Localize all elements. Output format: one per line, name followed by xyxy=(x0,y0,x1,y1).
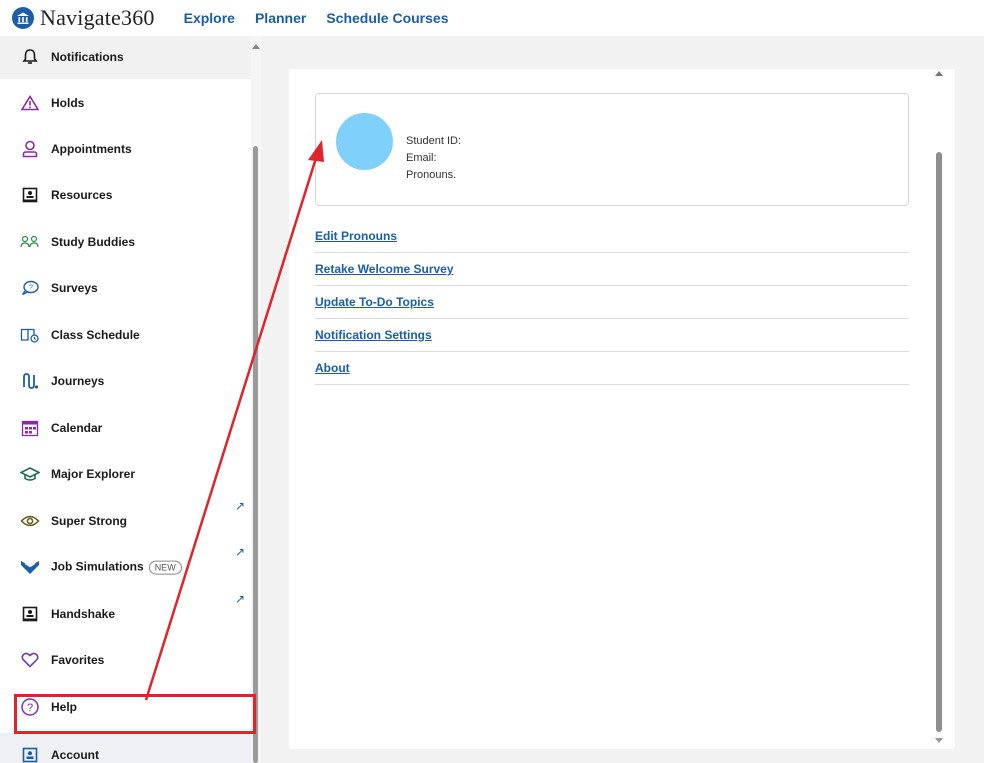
nav-planner[interactable]: Planner xyxy=(255,10,306,26)
path-icon xyxy=(20,371,40,391)
sidebar-item-label: Major Explorer xyxy=(51,467,136,481)
people-group-icon xyxy=(20,232,40,252)
update-todo-topics-link[interactable]: Update To-Do Topics xyxy=(315,295,434,309)
sidebar-item-surveys[interactable]: ? Surveys xyxy=(0,266,251,310)
logo-text: Navigate360 xyxy=(40,5,155,30)
account-card: Student ID: Email: Pronouns. Edit Pronou… xyxy=(289,69,955,749)
person-icon xyxy=(20,139,40,159)
sidebar-item-notifications[interactable]: Notifications xyxy=(0,36,251,79)
sidebar-item-label: Favorites xyxy=(51,653,105,667)
account-card-icon xyxy=(20,745,40,763)
app-page: Navigate360 Explore Planner Schedule Cou… xyxy=(0,0,984,763)
sidebar-item-account[interactable]: Account xyxy=(0,733,251,763)
sidebar-item-label: Notifications xyxy=(51,50,124,64)
sidebar: Notifications Holds Appointments Resourc… xyxy=(0,36,261,763)
sidebar-item-label: Journeys xyxy=(51,374,105,388)
sidebar-item-label: Handshake xyxy=(51,607,116,621)
list-item: About xyxy=(315,352,909,385)
profile-card: Student ID: Email: Pronouns. xyxy=(315,93,909,206)
sidebar-item-major-explorer[interactable]: Major Explorer xyxy=(0,452,251,496)
sidebar-item-appointments[interactable]: Appointments xyxy=(0,127,251,171)
new-badge: NEW xyxy=(148,560,182,575)
book-clock-icon xyxy=(20,325,40,345)
sidebar-item-label: Surveys xyxy=(51,281,98,295)
sidebar-item-label: Class Schedule xyxy=(51,328,140,342)
sidebar-item-label: Job Simulations NEW xyxy=(51,560,182,575)
sidebar-item-job-simulations[interactable]: Job Simulations NEW xyxy=(0,545,251,589)
pronouns-label: Pronouns. xyxy=(406,169,457,181)
sidebar-item-label: Super Strong xyxy=(51,514,128,528)
handshake-board-icon xyxy=(20,604,40,624)
student-id-label: Student ID: xyxy=(406,135,462,147)
sidebar-item-journeys[interactable]: Journeys xyxy=(0,359,251,403)
list-item: Retake Welcome Survey xyxy=(315,253,909,286)
sidebar-item-holds[interactable]: Holds xyxy=(0,81,251,125)
external-arrow-icon: ↗ xyxy=(235,592,246,606)
external-arrow-icon: ↗ xyxy=(235,499,246,513)
heart-icon xyxy=(20,650,40,670)
notification-settings-link[interactable]: Notification Settings xyxy=(315,328,432,342)
avatar xyxy=(336,113,393,170)
list-item: Edit Pronouns xyxy=(315,220,909,253)
sidebar-item-label: Account xyxy=(51,748,99,762)
main-scroll-up-arrow[interactable] xyxy=(935,71,943,76)
question-bubble-icon: ? xyxy=(20,278,40,298)
sidebar-scroll-up-arrow[interactable] xyxy=(252,44,260,49)
graduation-cap-icon xyxy=(20,464,40,484)
edit-pronouns-link[interactable]: Edit Pronouns xyxy=(315,229,397,243)
resources-board-icon xyxy=(20,185,40,205)
nav-explore[interactable]: Explore xyxy=(184,10,235,26)
chevron-logo-icon xyxy=(20,557,40,577)
calendar-icon xyxy=(20,418,40,438)
sidebar-item-label: Resources xyxy=(51,188,113,202)
list-item: Update To-Do Topics xyxy=(315,286,909,319)
institution-building-icon xyxy=(12,7,34,29)
navigate360-logo[interactable]: Navigate360 xyxy=(12,5,155,31)
sidebar-item-class-schedule[interactable]: Class Schedule xyxy=(0,313,251,357)
retake-welcome-survey-link[interactable]: Retake Welcome Survey xyxy=(315,262,454,276)
email-label: Email: xyxy=(406,152,437,164)
main-content: Student ID: Email: Pronouns. Edit Pronou… xyxy=(261,36,984,763)
sidebar-item-label: Calendar xyxy=(51,421,103,435)
annotation-highlight-box xyxy=(14,694,256,734)
eye-icon xyxy=(20,511,40,531)
sidebar-scrollbar-thumb[interactable] xyxy=(253,146,258,763)
about-link[interactable]: About xyxy=(315,361,350,375)
sidebar-item-label: Appointments xyxy=(51,142,132,156)
bell-icon xyxy=(20,47,40,67)
top-navigation-bar: Navigate360 Explore Planner Schedule Cou… xyxy=(0,0,984,36)
svg-text:?: ? xyxy=(29,285,33,292)
sidebar-item-calendar[interactable]: Calendar xyxy=(0,406,251,450)
nav-schedule-courses[interactable]: Schedule Courses xyxy=(326,10,448,26)
sidebar-item-handshake[interactable]: Handshake xyxy=(0,592,251,636)
warning-triangle-icon xyxy=(20,93,40,113)
sidebar-item-study-buddies[interactable]: Study Buddies xyxy=(0,220,251,264)
sidebar-item-favorites[interactable]: Favorites xyxy=(0,638,251,682)
account-links-list: Edit Pronouns Retake Welcome Survey Upda… xyxy=(315,220,909,385)
main-scrollbar-thumb[interactable] xyxy=(936,152,942,732)
main-scroll-down-arrow[interactable] xyxy=(935,738,943,743)
sidebar-item-super-strong[interactable]: Super Strong xyxy=(0,499,251,543)
sidebar-item-label: Holds xyxy=(51,96,85,110)
list-item: Notification Settings xyxy=(315,319,909,352)
sidebar-item-label: Study Buddies xyxy=(51,235,136,249)
external-arrow-icon: ↗ xyxy=(235,545,246,559)
sidebar-item-resources[interactable]: Resources xyxy=(0,173,251,217)
